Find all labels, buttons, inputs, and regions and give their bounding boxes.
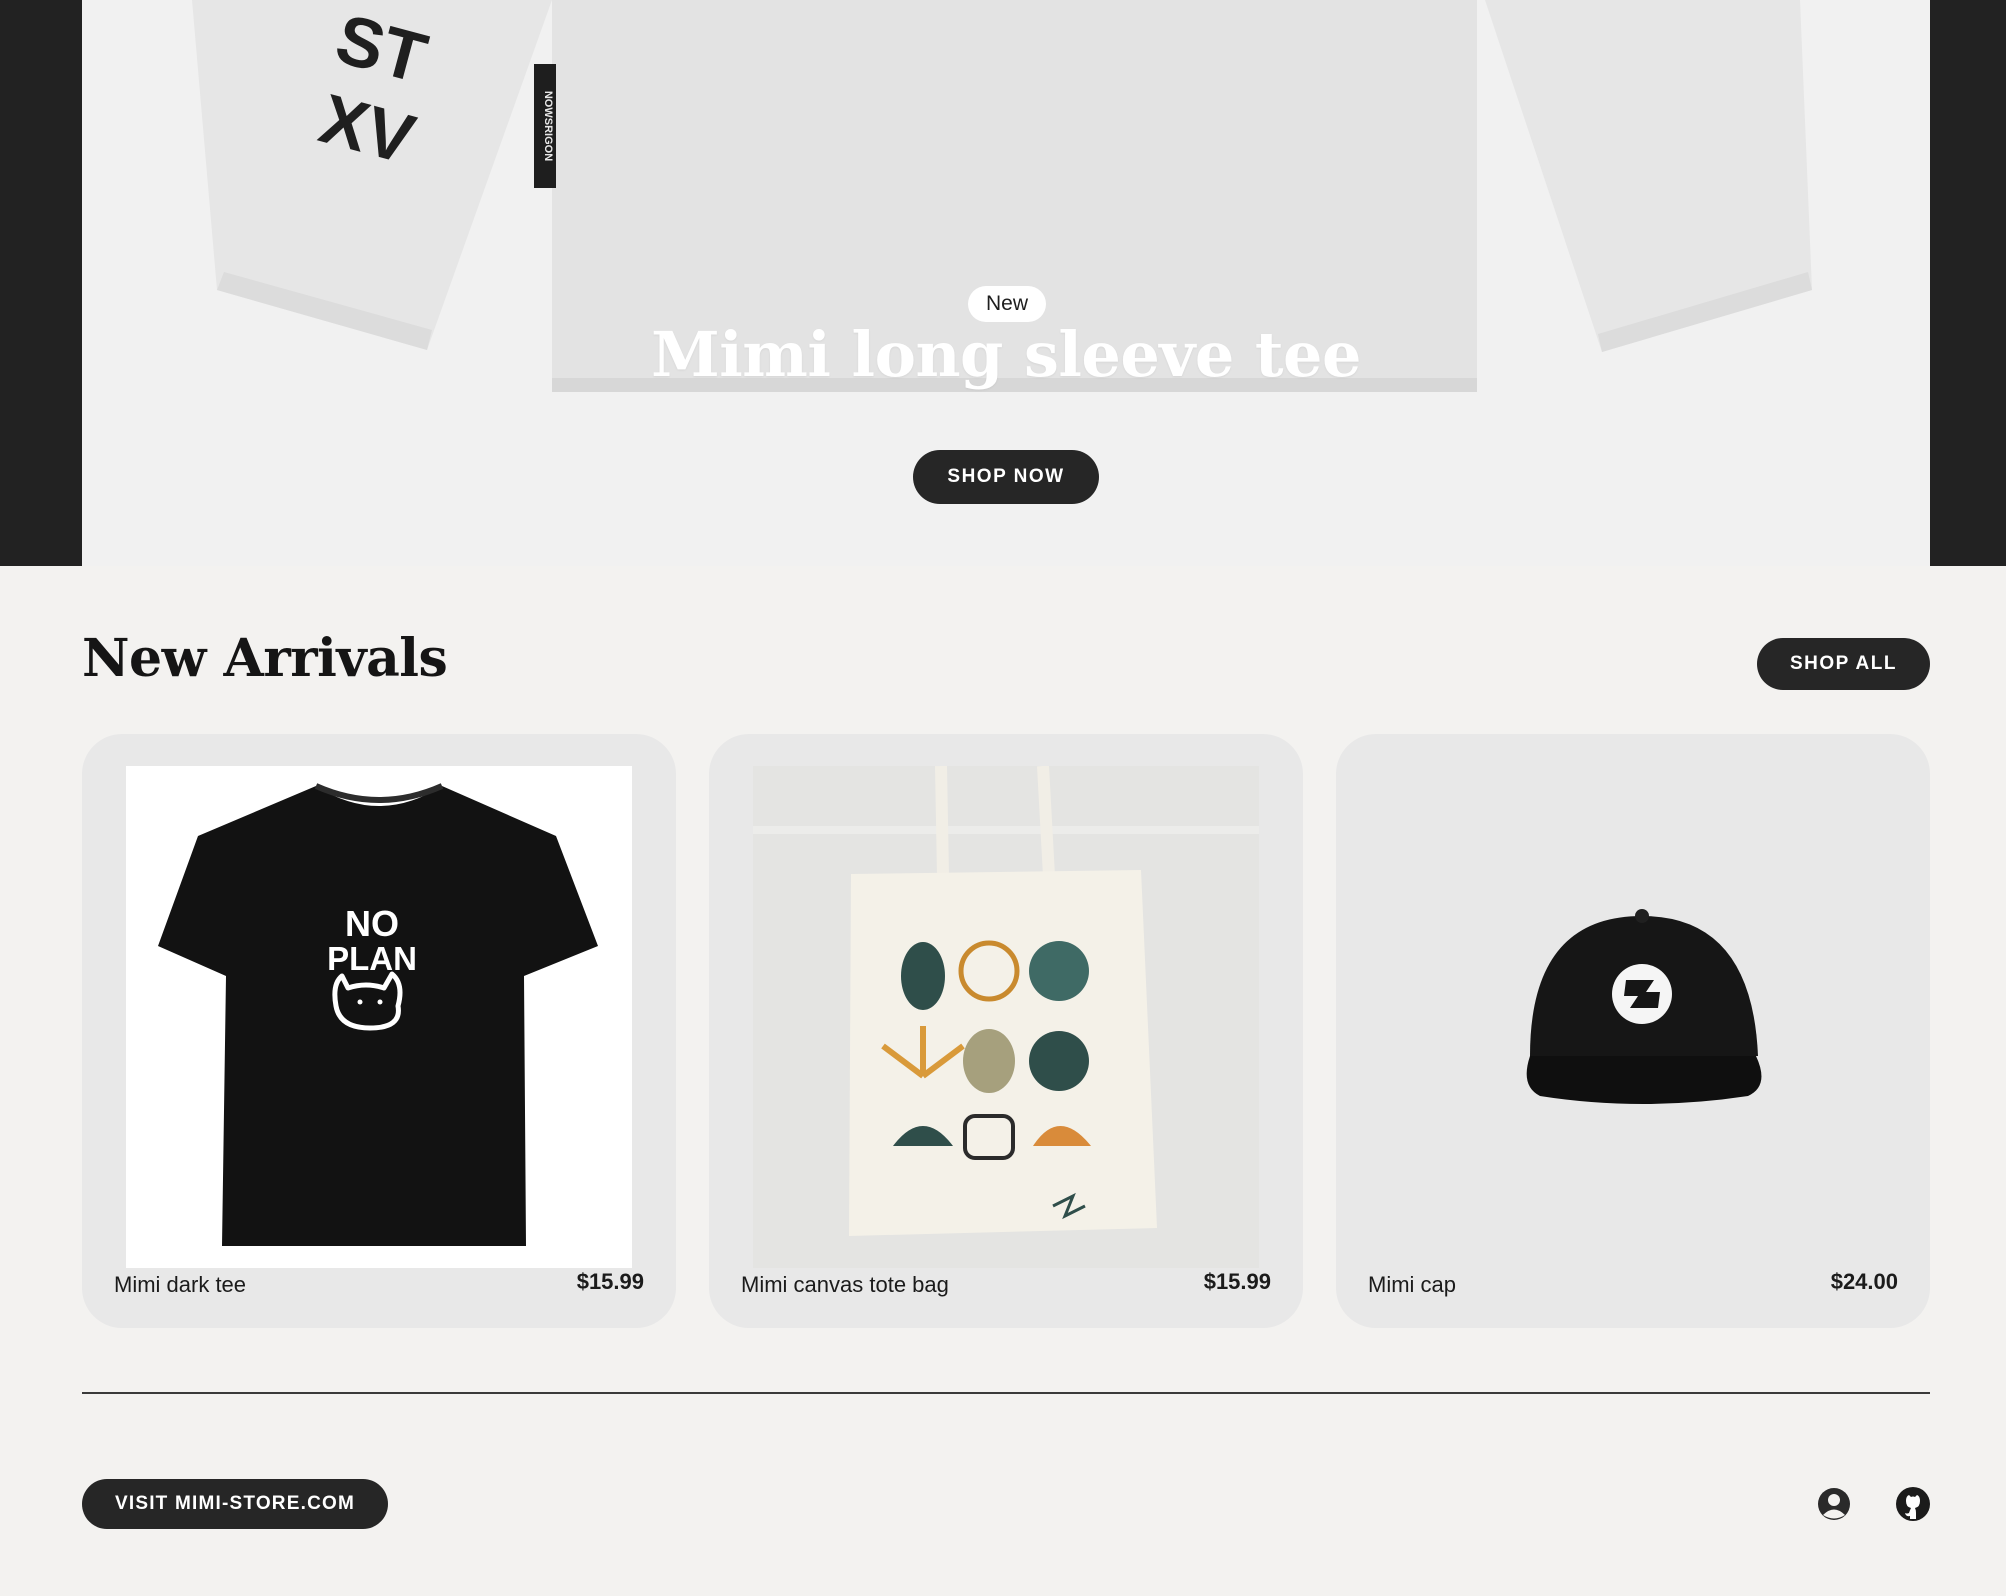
tee-print-line-2: PLAN	[327, 940, 417, 977]
cap-image	[1380, 766, 1886, 1268]
new-badge: New	[968, 286, 1046, 322]
product-card-dark-tee[interactable]: NO PLAN Mimi dark tee $15.99	[82, 734, 676, 1328]
footer-divider	[82, 1392, 1930, 1394]
product-price: $15.99	[1203, 1269, 1271, 1294]
neck-label-text: NOWSRIGON	[542, 91, 554, 161]
product-name: Mimi dark tee	[114, 1272, 247, 1297]
product-card-cap[interactable]: Mimi cap $24.00	[1336, 734, 1930, 1328]
hero-title: Mimi long sleeve tee	[651, 318, 1361, 391]
visit-store-button[interactable]: VISIT MIMI-STORE.COM	[82, 1479, 388, 1529]
hero-banner[interactable]: NOWSRIGON ST XV New Mimi long sleeve tee…	[82, 0, 1930, 566]
dark-tee-image: NO PLAN	[126, 766, 632, 1268]
shop-now-button[interactable]: SHOP NOW	[913, 450, 1099, 504]
shop-all-button[interactable]: SHOP ALL	[1757, 638, 1930, 690]
tee-print-line-1: NO	[345, 903, 399, 944]
new-arrivals-heading: New Arrivals	[82, 628, 448, 689]
product-name: Mimi canvas tote bag	[741, 1272, 949, 1297]
tote-bag-image	[753, 766, 1259, 1268]
product-price: $24.00	[1830, 1269, 1898, 1294]
product-card-tote-bag[interactable]: Mimi canvas tote bag $15.99	[709, 734, 1303, 1328]
account-icon[interactable]	[1816, 1486, 1852, 1522]
product-name: Mimi cap	[1368, 1272, 1457, 1297]
product-price: $15.99	[576, 1269, 644, 1294]
github-icon[interactable]	[1895, 1486, 1931, 1522]
product-grid: NO PLAN Mimi dark tee $15.99 Mimi canvas…	[82, 734, 1930, 1328]
